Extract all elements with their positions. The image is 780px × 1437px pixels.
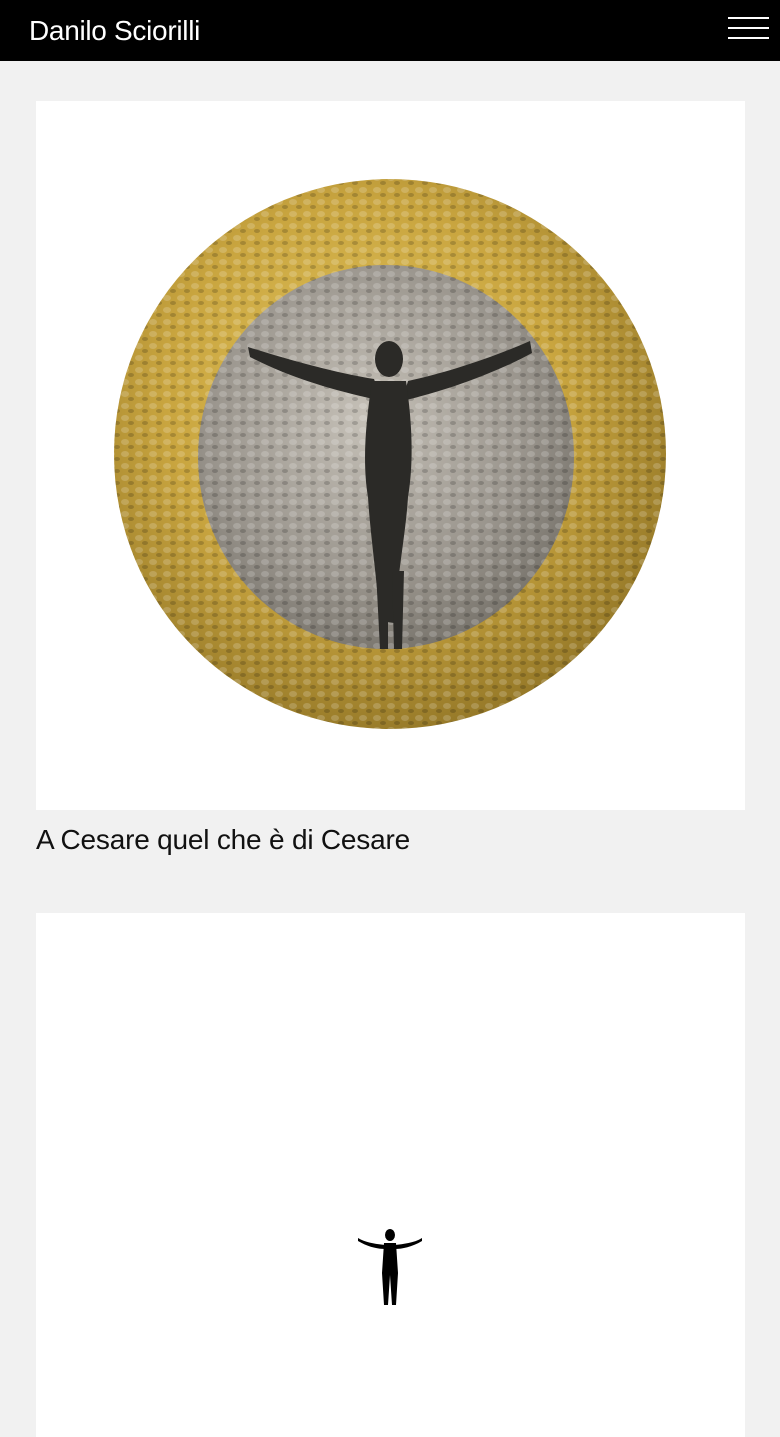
- hamburger-menu-icon[interactable]: [728, 17, 769, 41]
- coin-crucifix-artwork: [114, 179, 666, 729]
- site-title-link[interactable]: Danilo Sciorilli: [29, 14, 200, 48]
- top-bar: Danilo Sciorilli: [0, 0, 780, 61]
- work-image-coin[interactable]: [36, 101, 745, 810]
- crucifix-silhouette-icon: [358, 1229, 422, 1305]
- menu-line: [728, 27, 769, 29]
- work-title[interactable]: A Cesare quel che è di Cesare: [36, 822, 410, 858]
- work-image-figure[interactable]: [36, 913, 745, 1437]
- menu-line: [728, 17, 769, 19]
- menu-line: [728, 37, 769, 39]
- small-crucifix-artwork: [358, 1229, 422, 1305]
